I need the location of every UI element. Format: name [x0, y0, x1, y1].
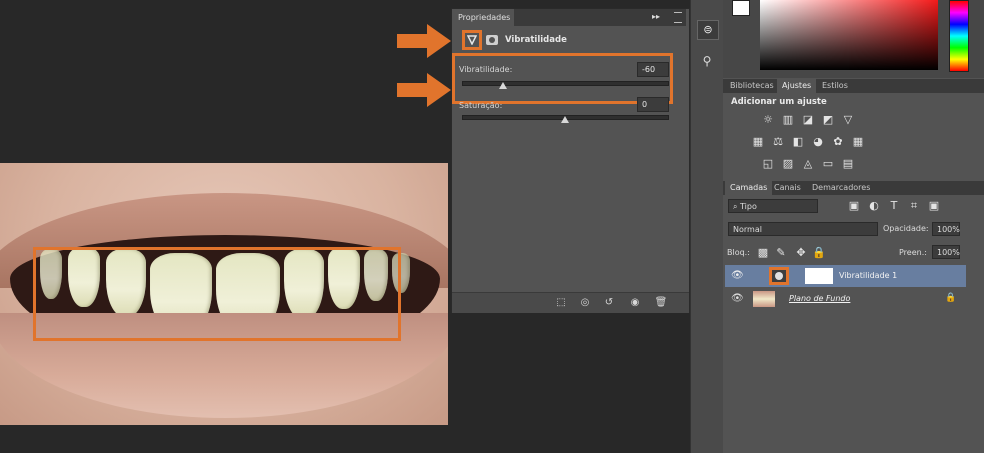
layer-filter-value: Tipo [740, 202, 757, 211]
selective-color-icon[interactable]: ▤ [842, 158, 854, 170]
exposure-icon[interactable]: ◩ [822, 114, 834, 126]
panel-dock-strip: ⊜ ⚲ [690, 0, 724, 453]
hue-slider[interactable] [949, 0, 969, 72]
adjustments-heading: Adicionar um ajuste [731, 97, 827, 107]
tab-channels[interactable]: Canais [769, 181, 806, 195]
invert-icon[interactable]: ◱ [762, 158, 774, 170]
mask-icon[interactable] [486, 35, 498, 45]
saturation-label: Saturação: [459, 101, 503, 110]
search-icon: ⌕ [733, 202, 741, 211]
lock-pixels-icon[interactable]: ✎ [775, 247, 787, 259]
opacity-label: Opacidade: [883, 224, 929, 233]
color-balance-icon[interactable]: ⚖ [772, 136, 784, 148]
tab-libraries[interactable]: Bibliotecas [725, 79, 779, 93]
arrow-right-icon [397, 24, 451, 58]
view-previous-icon[interactable]: ◎ [576, 296, 594, 310]
brightness-icon[interactable]: ☼ [762, 114, 774, 126]
gradient-map-icon[interactable]: ▭ [822, 158, 834, 170]
teeth-photo [0, 163, 448, 425]
layer-filter-select[interactable]: ⌕ Tipo [728, 199, 818, 213]
filter-pixel-icon[interactable]: ▣ [848, 200, 860, 212]
saturation-slider-thumb[interactable] [560, 116, 569, 123]
clip-to-layer-icon[interactable]: ⬚ [552, 296, 570, 310]
foreground-swatch[interactable] [732, 0, 750, 16]
adjustments-dock-icon[interactable]: ⚲ [697, 52, 717, 70]
properties-panel: Propriedades ▸▸ Vibratilidade Vibratilid… [451, 8, 690, 313]
properties-toolbar: ⬚ ◎ ↺ ◉ 🗑 [452, 292, 689, 313]
lock-label: Bloq.: [727, 248, 750, 257]
tab-styles[interactable]: Estilos [817, 79, 853, 93]
hue-saturation-icon[interactable]: ▦ [752, 136, 764, 148]
saturation-input[interactable]: 0 [637, 97, 669, 112]
vibrance-input[interactable]: -60 [637, 62, 669, 77]
adjustment-thumbnail[interactable] [769, 267, 789, 285]
tab-layers[interactable]: Camadas [725, 181, 773, 195]
visibility-eye-icon[interactable]: 👁 [731, 293, 744, 304]
layer-thumbnail[interactable] [753, 291, 775, 307]
lock-transparency-icon[interactable]: ▩ [757, 247, 769, 259]
reset-icon[interactable]: ↺ [600, 296, 618, 310]
channel-mixer-icon[interactable]: ✿ [832, 136, 844, 148]
properties-dock-icon[interactable]: ⊜ [697, 20, 719, 40]
blend-mode-select[interactable]: Normal [728, 222, 878, 236]
filter-type-icon[interactable]: T [888, 200, 900, 212]
adjustments-tabbar: Bibliotecas Ajustes Estilos [723, 79, 984, 93]
panel-expand-icon[interactable]: ▸▸ [652, 12, 660, 21]
curves-icon[interactable]: ◪ [802, 114, 814, 126]
vibrance-triangle-icon [467, 35, 477, 45]
color-picker-field[interactable] [760, 0, 938, 70]
color-lookup-icon[interactable]: ▦ [852, 136, 864, 148]
layers-tabbar: Camadas Canais Demarcadores [723, 181, 984, 195]
tab-paths[interactable]: Demarcadores [807, 181, 875, 195]
vibrance-slider-track[interactable] [462, 81, 669, 86]
layer-row-vibrance[interactable]: 👁 Vibratilidade 1 [725, 265, 966, 287]
lock-position-icon[interactable]: ✥ [795, 247, 807, 259]
lock-all-icon[interactable]: 🔒 [812, 247, 826, 259]
levels-icon[interactable]: ▥ [782, 114, 794, 126]
opacity-input[interactable]: 100% [932, 222, 960, 236]
layer-name[interactable]: Plano de Fundo [789, 294, 850, 303]
teeth-highlight-box [33, 247, 401, 341]
panel-menu-icon[interactable] [674, 12, 682, 23]
filter-smart-icon[interactable]: ▣ [928, 200, 940, 212]
visibility-icon[interactable]: ◉ [626, 296, 644, 310]
tab-properties[interactable]: Propriedades [452, 9, 514, 26]
arrow-right-icon [397, 73, 451, 107]
black-white-icon[interactable]: ◧ [792, 136, 804, 148]
filter-adjustment-icon[interactable]: ◐ [868, 200, 880, 212]
lock-icon: 🔒 [945, 293, 957, 303]
fill-input[interactable]: 100% [932, 245, 960, 259]
delete-icon[interactable]: 🗑 [652, 296, 670, 310]
layer-mask-thumbnail[interactable] [805, 268, 833, 284]
posterize-icon[interactable]: ▨ [782, 158, 794, 170]
layer-name[interactable]: Vibratilidade 1 [839, 271, 897, 280]
filter-shape-icon[interactable]: ⌗ [908, 200, 920, 212]
adjustment-title: Vibratilidade [505, 35, 567, 45]
vibrance-label: Vibratilidade: [459, 65, 513, 74]
vibrance-slider-thumb[interactable] [499, 82, 507, 89]
photo-filter-icon[interactable]: ◕ [812, 136, 824, 148]
tab-adjustments[interactable]: Ajustes [777, 79, 817, 93]
fill-label: Preen.: [899, 248, 927, 257]
vibrance-icon[interactable]: ▽ [842, 114, 854, 126]
layer-row-background[interactable]: 👁 Plano de Fundo 🔒 [725, 288, 966, 310]
threshold-icon[interactable]: ◬ [802, 158, 814, 170]
visibility-eye-icon[interactable]: 👁 [731, 270, 744, 281]
